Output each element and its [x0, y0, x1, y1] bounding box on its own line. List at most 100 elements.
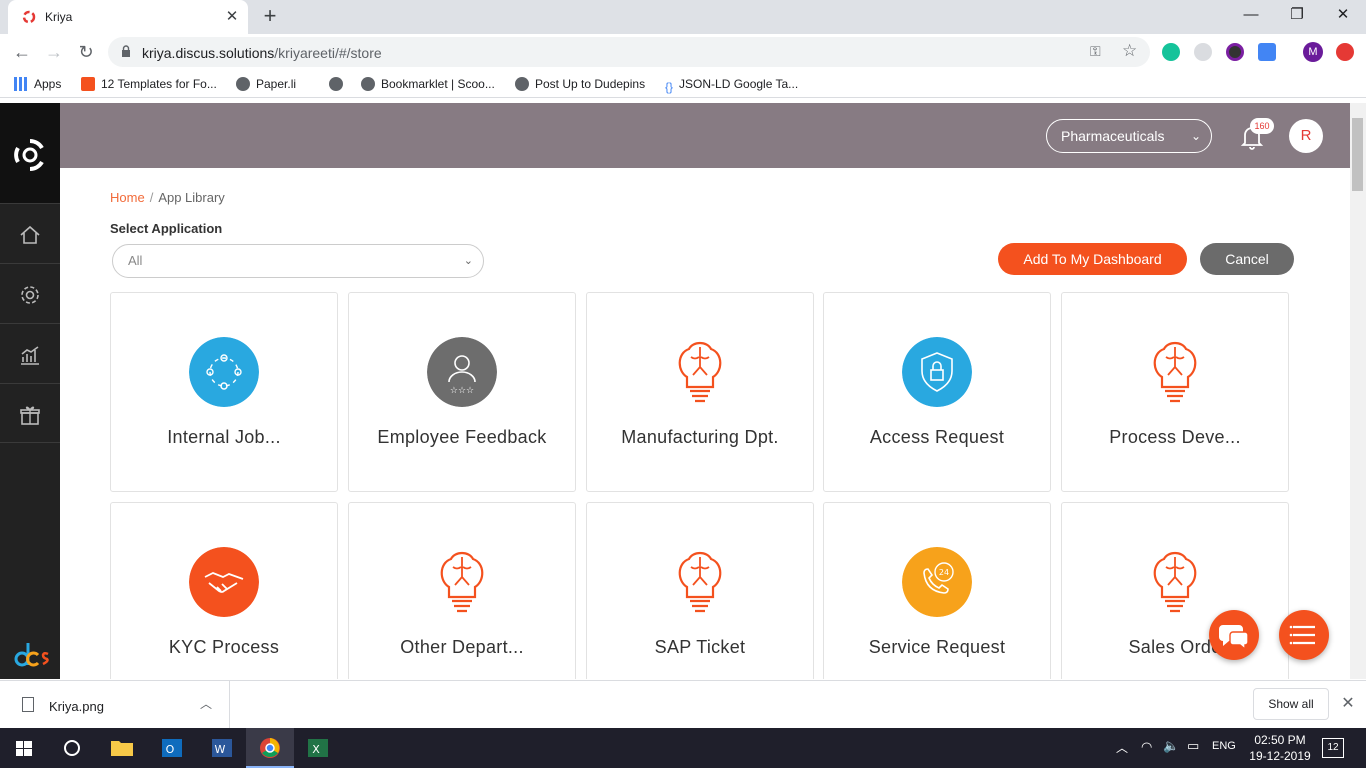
tray-chevron-up-icon[interactable]: ︿ — [1116, 739, 1128, 756]
sidebar-item-home[interactable] — [0, 203, 60, 263]
chevron-up-icon[interactable]: ︿ — [200, 695, 212, 712]
app-card-name: Employee Feedback — [377, 427, 547, 447]
colorpick-extension-icon[interactable] — [1226, 43, 1244, 61]
wifi-icon[interactable]: ◠ — [1141, 739, 1152, 755]
kriya-logo[interactable] — [0, 103, 60, 203]
bookmark-dudepins[interactable]: Post Up to Dudepins — [515, 76, 645, 92]
brain-bulb-icon — [678, 341, 722, 403]
add-to-dashboard-button[interactable]: Add To My Dashboard — [998, 243, 1187, 275]
extension-icon[interactable] — [1194, 43, 1212, 61]
page-scrollbar[interactable] — [1350, 103, 1366, 679]
bookmark-apps[interactable]: Apps — [14, 76, 61, 92]
minimize-button[interactable]: — — [1228, 0, 1274, 30]
dcs-logo-icon — [14, 643, 49, 667]
scrollbar-thumb[interactable] — [1352, 118, 1363, 191]
svg-text:W: W — [215, 743, 226, 756]
notification-center-icon[interactable]: 12 — [1322, 738, 1344, 758]
bookmark-templates[interactable]: 12 Templates for Fo... — [81, 76, 217, 92]
gear-icon — [21, 286, 39, 304]
app-card-name: KYC Process — [168, 637, 280, 657]
globe-icon — [361, 77, 375, 91]
app-card-employee-feedback[interactable]: ☆☆☆ Employee Feedback — [348, 292, 576, 492]
close-icon[interactable]: ✕ — [1338, 694, 1358, 714]
sidebar-item-settings[interactable] — [0, 263, 60, 323]
new-tab-button[interactable]: + — [257, 5, 283, 29]
app-card-internal-job[interactable]: Internal Job... — [110, 292, 338, 492]
app-card-sap-ticket[interactable]: SAP Ticket — [586, 502, 814, 679]
volume-icon[interactable]: 🔈 — [1163, 738, 1179, 754]
user-avatar[interactable]: R — [1289, 119, 1323, 153]
maximize-button[interactable]: ❐ — [1274, 0, 1320, 30]
brain-bulb-icon — [678, 551, 722, 613]
battery-icon[interactable]: ▭ — [1187, 738, 1199, 754]
app-card-name: Other Depart... — [400, 637, 524, 657]
back-button[interactable]: ← — [9, 39, 35, 65]
download-item[interactable]: Kriya.png ︿ — [0, 681, 230, 729]
file-explorer-icon[interactable] — [98, 728, 146, 768]
breadcrumb-current: App Library — [158, 190, 225, 205]
tab-close-icon[interactable]: ✕ — [222, 7, 242, 27]
grammarly-extension-icon[interactable] — [1162, 43, 1180, 61]
bookmark-jsonld[interactable]: {} JSON-LD Google Ta... — [665, 76, 798, 94]
industry-select[interactable]: Pharmaceuticals ⌄ — [1046, 119, 1212, 153]
profile-avatar[interactable]: M — [1303, 42, 1323, 62]
bookmark-paperli[interactable]: Paper.li — [236, 76, 296, 92]
brain-bulb-icon — [440, 551, 484, 613]
handshake-icon — [189, 547, 259, 617]
chat-bubbles-icon — [1219, 625, 1249, 651]
word-icon[interactable]: W — [198, 728, 246, 768]
downloads-bar: Kriya.png ︿ Show all ✕ — [0, 680, 1366, 729]
menu-fab-button[interactable] — [1279, 610, 1329, 660]
lock-icon — [122, 45, 130, 57]
globe-icon — [329, 77, 343, 91]
breadcrumb: Home / App Library — [110, 190, 225, 205]
shield-lock-icon — [902, 337, 972, 407]
language-indicator[interactable]: ENG — [1212, 740, 1236, 752]
bookmark-globe[interactable] — [329, 76, 349, 92]
app-card-access-request[interactable]: Access Request — [823, 292, 1051, 492]
breadcrumb-home-link[interactable]: Home — [110, 190, 145, 205]
app-card-name: Service Request — [868, 637, 1006, 657]
app-card-other-departments[interactable]: Other Depart... — [348, 502, 576, 679]
chat-fab-button[interactable] — [1209, 610, 1259, 660]
image-file-icon — [22, 697, 34, 712]
tab-extension-icon[interactable] — [1258, 43, 1276, 61]
clock[interactable]: 02:50 PM 19-12-2019 — [1245, 732, 1315, 764]
application-select[interactable]: All ⌄ — [112, 244, 484, 278]
sidebar-item-analytics[interactable] — [0, 323, 60, 383]
outlook-icon[interactable]: O — [148, 728, 196, 768]
chrome-taskbar-icon[interactable] — [246, 728, 294, 768]
sidebar — [0, 103, 60, 679]
browser-tab-strip: Kriya ✕ + — ❐ ✕ — [0, 0, 1366, 34]
windows-taskbar: O W X ︿ ◠ 🔈 ▭ ENG 02:50 PM 19-12-2019 12 — [0, 728, 1366, 768]
apps-grid-icon — [14, 77, 28, 91]
app-card-process-development[interactable]: Process Deve... — [1061, 292, 1289, 492]
app-card-name: SAP Ticket — [654, 637, 746, 657]
app-card-manufacturing[interactable]: Manufacturing Dpt. — [586, 292, 814, 492]
forward-button[interactable]: → — [41, 39, 67, 65]
sidebar-item-store[interactable] — [0, 383, 60, 443]
address-bar[interactable]: kriya.discus.solutions/kriyareeti/#/stor… — [108, 37, 1150, 67]
kriya-app: Pharmaceuticals ⌄ 160 R Home / App Library… — [0, 103, 1350, 679]
phone-24-icon: 24 — [902, 547, 972, 617]
search-circle-icon[interactable] — [48, 728, 96, 768]
app-card-name: Internal Job... — [167, 427, 281, 447]
braces-icon: {} — [665, 80, 674, 94]
reload-button[interactable]: ↻ — [73, 39, 99, 65]
browser-tab[interactable]: Kriya ✕ — [8, 0, 248, 34]
bookmark-scoop[interactable]: Bookmarklet | Scoo... — [361, 76, 495, 92]
bookmark-star-icon[interactable]: ☆ — [1122, 41, 1137, 61]
app-card-kyc-process[interactable]: KYC Process — [110, 502, 338, 679]
show-all-button[interactable]: Show all — [1253, 688, 1329, 720]
app-card-service-request[interactable]: 24 Service Request — [823, 502, 1051, 679]
update-icon[interactable] — [1336, 43, 1354, 61]
cancel-button[interactable]: Cancel — [1200, 243, 1294, 275]
excel-icon[interactable]: X — [294, 728, 342, 768]
breadcrumb-separator: / — [149, 190, 154, 205]
url-text: kriya.discus.solutions/kriyareeti/#/stor… — [142, 45, 382, 61]
windows-start-icon[interactable] — [0, 728, 48, 768]
select-application-label: Select Application — [110, 221, 223, 236]
key-icon[interactable]: ⚿ — [1090, 43, 1101, 60]
window-close-button[interactable]: ✕ — [1320, 0, 1366, 30]
app-card-name: Process Deve... — [1109, 427, 1241, 447]
